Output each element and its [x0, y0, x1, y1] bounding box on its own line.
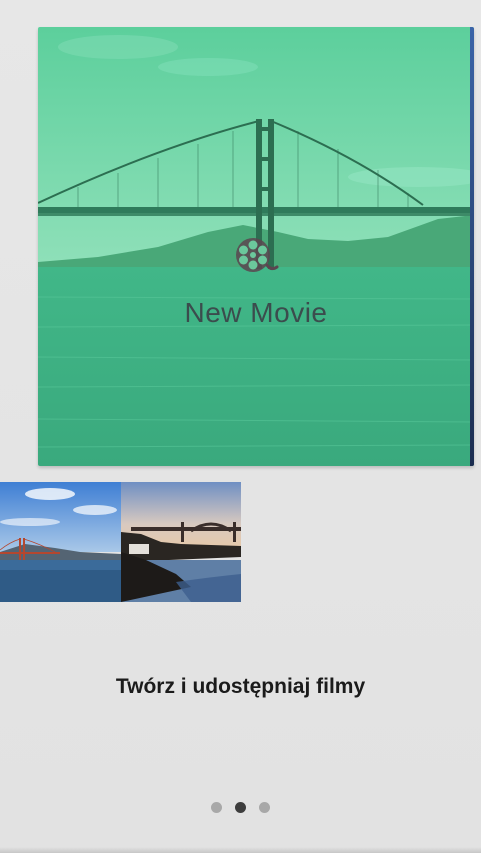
movie-title: New Movie — [184, 297, 328, 328]
page-indicator[interactable] — [0, 802, 481, 813]
golden-gate-bay-thumbnail — [0, 482, 121, 602]
clip-thumbnails — [0, 482, 241, 602]
bridge-shore-sunset-thumbnail — [121, 482, 241, 602]
movie-preview-card[interactable]: New Movie — [38, 27, 474, 466]
page-dot-2[interactable] — [235, 802, 246, 813]
next-card-edge — [470, 27, 474, 466]
onboarding-screen: New Movie Twórz i udostępniaj filmy — [0, 0, 481, 853]
page-dot-3[interactable] — [259, 802, 270, 813]
film-reel-icon — [236, 238, 279, 272]
thumbnail-bay[interactable] — [0, 482, 121, 602]
bottom-edge — [0, 847, 481, 853]
onboarding-caption: Twórz i udostępniaj filmy — [115, 675, 366, 698]
thumbnail-shore[interactable] — [121, 482, 241, 602]
page-dot-1[interactable] — [211, 802, 222, 813]
